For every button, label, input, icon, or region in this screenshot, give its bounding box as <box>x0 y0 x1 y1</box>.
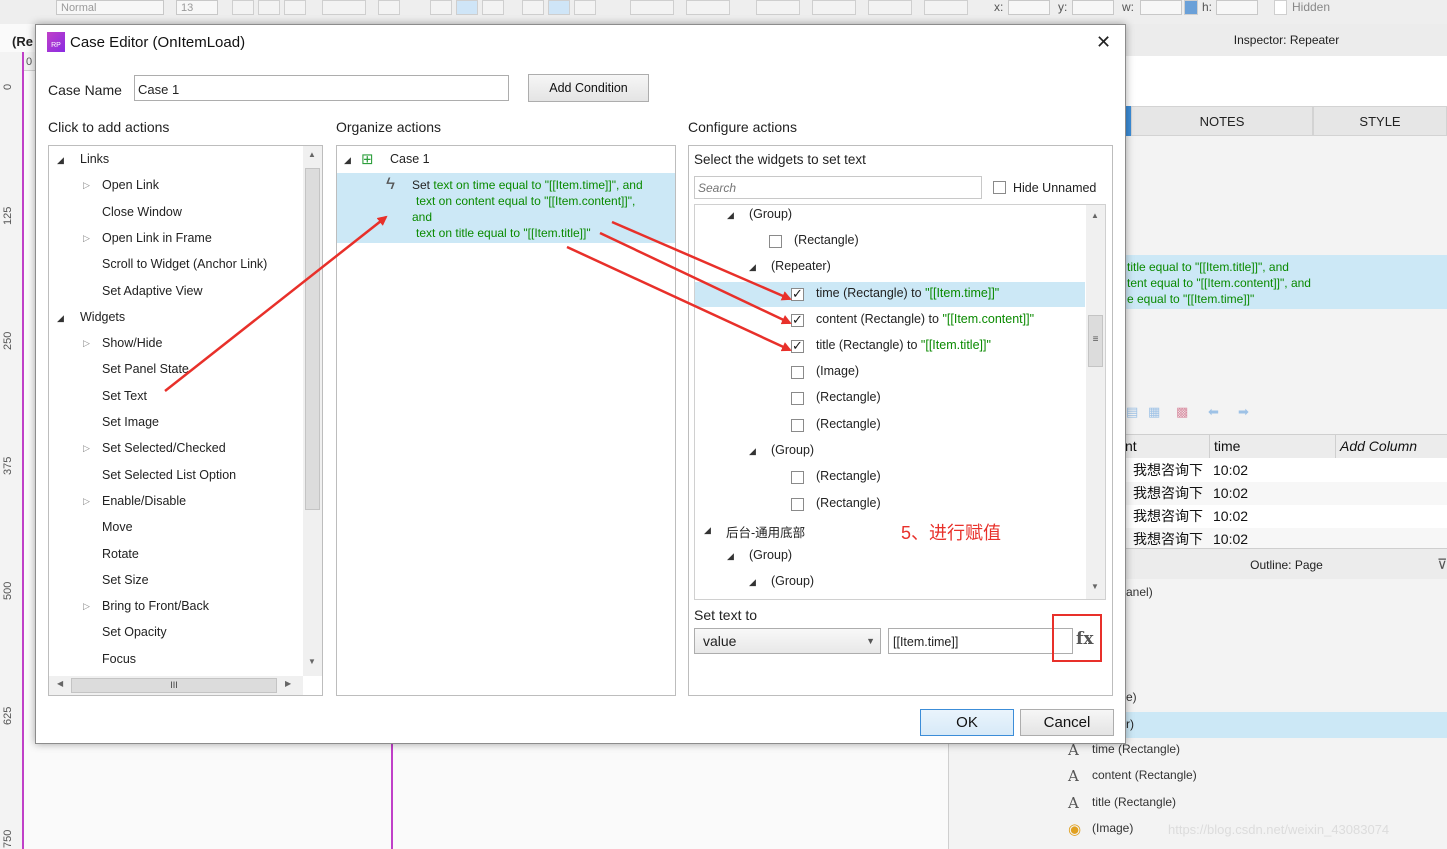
arrow-time <box>611 220 792 301</box>
arrow-title <box>566 245 792 352</box>
arrow-content <box>599 231 792 325</box>
annotation-arrows <box>164 215 792 392</box>
arrow-set-text <box>164 215 388 392</box>
